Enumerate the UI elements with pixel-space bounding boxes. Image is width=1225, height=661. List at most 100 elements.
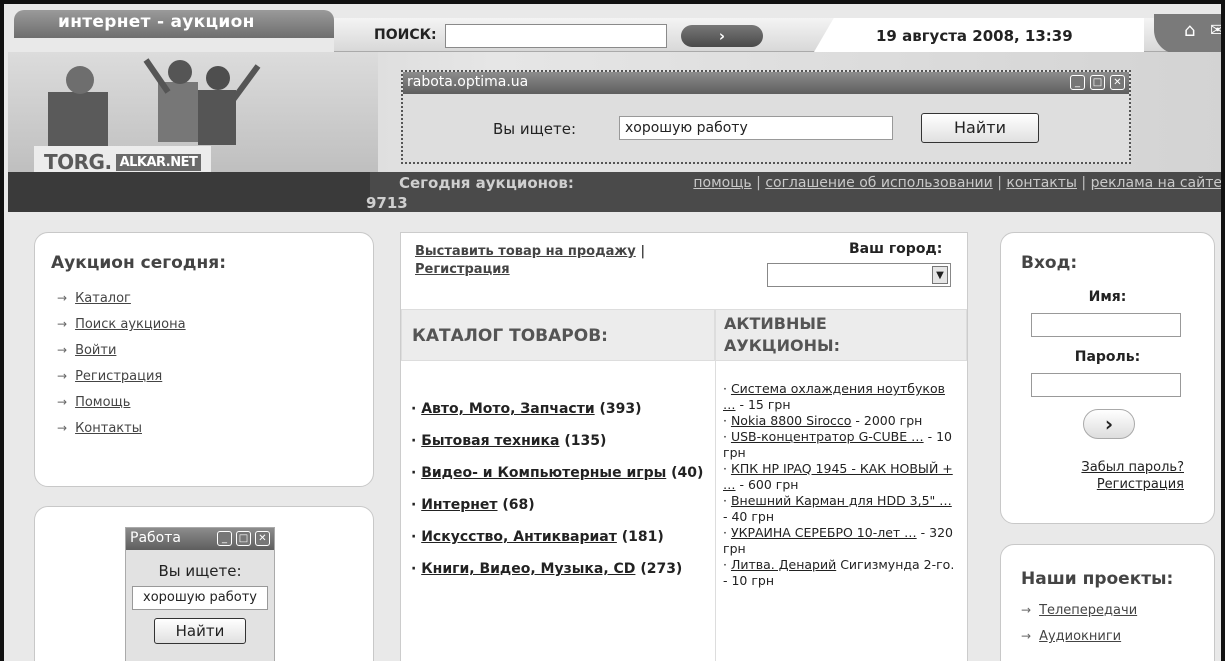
header-icons: ⌂ ✉ xyxy=(1154,14,1221,54)
password-input[interactable] xyxy=(1031,373,1181,397)
nav-item-catalog[interactable]: → Каталог xyxy=(57,291,186,306)
link-sep: | xyxy=(756,175,761,191)
minimize-icon[interactable]: _ xyxy=(217,531,232,546)
auction-name: УКРАИНА СЕРЕБРО 10-лет … xyxy=(730,525,917,540)
category-item[interactable]: · Видео- и Компьютерные игры (40) xyxy=(411,457,711,489)
site-tab-label: интернет - аукцион xyxy=(58,12,255,32)
chevron-down-icon[interactable]: ▼ xyxy=(932,266,948,284)
projects-panel: Наши проекты: → Телепередачи → Аудиокниги xyxy=(1000,544,1215,661)
register-link[interactable]: Регистрация xyxy=(1081,476,1184,493)
auction-name: USB-концентратор G-CUBE … xyxy=(730,429,924,444)
auction-item[interactable]: · КПК HP IPAQ 1945 - КАК НОВЫЙ + … - 600… xyxy=(723,461,957,493)
top-bar: ПОИСК: › 19 августа 2008, 13:39 ⌂ ✉ xyxy=(334,14,1221,54)
auction-item[interactable]: · Nokia 8800 Sirocco - 2000 грн xyxy=(723,413,957,429)
link-help[interactable]: помощь xyxy=(693,175,751,191)
category-item[interactable]: · Искусство, Антиквариат (181) xyxy=(411,521,711,553)
job-widget-panel: Работа _ □ ✕ Вы ищете: хорошую работу На… xyxy=(34,506,374,661)
widget-input[interactable]: хорошую работу xyxy=(132,586,268,610)
close-icon[interactable]: ✕ xyxy=(1110,75,1125,90)
arrow-right-icon: › xyxy=(1104,412,1114,436)
auction-price: - 2000 грн xyxy=(855,413,923,428)
auction-item[interactable]: · Внешний Карман для HDD 3,5" … - 40 грн xyxy=(723,493,957,525)
category-item[interactable]: · Бытовая техника (135) xyxy=(411,425,711,457)
search-go-button[interactable]: › xyxy=(681,25,763,47)
active-auction-list: · Система охлаждения ноутбуков … - 15 гр… xyxy=(723,381,957,589)
catalog-header: КАТАЛОГ ТОВАРОВ: xyxy=(401,309,715,361)
maximize-icon[interactable]: □ xyxy=(1090,75,1105,90)
auction-name: Литва. Денарий xyxy=(730,557,837,572)
today-label: Сегодня аукционов: xyxy=(399,174,574,192)
auction-item[interactable]: · USB-концентратор G-CUBE … - 10 грн xyxy=(723,429,957,461)
sell-item-link[interactable]: Выставить товар на продажу xyxy=(415,244,636,259)
link-contacts[interactable]: контакты xyxy=(1006,175,1077,191)
popup-find-button[interactable]: Найти xyxy=(921,113,1039,143)
forgot-password-link[interactable]: Забыл пароль? xyxy=(1081,459,1184,476)
stats-bar-left xyxy=(8,172,370,212)
auction-item[interactable]: · Система охлаждения ноутбуков … - 15 гр… xyxy=(723,381,957,413)
projects-list: → Телепередачи → Аудиокниги xyxy=(1021,603,1137,655)
popup-search-input[interactable]: хорошую работу xyxy=(619,116,893,140)
category-name: Книги, Видео, Музыка, CD xyxy=(421,561,636,577)
login-title: Вход: xyxy=(1021,253,1078,273)
arrow-icon: → xyxy=(57,343,68,357)
category-item[interactable]: · Интернет (68) xyxy=(411,489,711,521)
mail-icon[interactable]: ✉ xyxy=(1210,20,1221,41)
home-icon[interactable]: ⌂ xyxy=(1184,20,1195,41)
nav-item-contacts[interactable]: → Контакты xyxy=(57,421,186,436)
project-label: Аудиокниги xyxy=(1039,629,1122,644)
login-panel: Вход: Имя: Пароль: › Забыл пароль? Регис… xyxy=(1000,232,1215,524)
sell-register-links: Выставить товар на продажу | Регистрация xyxy=(415,243,685,279)
auction-name: Nokia 8800 Sirocco xyxy=(730,413,852,428)
category-item[interactable]: · Книги, Видео, Музыка, CD (273) xyxy=(411,553,711,585)
project-item-tv[interactable]: → Телепередачи xyxy=(1021,603,1137,618)
widget-title: Работа xyxy=(130,530,181,546)
maximize-icon[interactable]: □ xyxy=(236,531,251,546)
auction-item[interactable]: · УКРАИНА СЕРЕБРО 10-лет … - 320 грн xyxy=(723,525,957,557)
main-content: Выставить товар на продажу | Регистрация… xyxy=(400,232,968,661)
search-input[interactable] xyxy=(445,24,667,48)
nav-item-register[interactable]: → Регистрация xyxy=(57,369,186,384)
widget-find-button[interactable]: Найти xyxy=(154,618,246,644)
category-name: Авто, Мото, Запчасти xyxy=(421,401,595,417)
nav-item-search[interactable]: → Поиск аукциона xyxy=(57,317,186,332)
top-links: помощь | соглашение об использовании | к… xyxy=(644,174,1221,193)
category-name: Бытовая техника xyxy=(421,433,560,449)
widget-label: Вы ищете: xyxy=(158,562,242,580)
widget-titlebar[interactable]: Работа _ □ ✕ xyxy=(126,528,274,550)
city-label: Ваш город: xyxy=(849,241,943,257)
category-item[interactable]: · Авто, Мото, Запчасти (393) xyxy=(411,393,711,425)
category-count: (273) xyxy=(640,561,683,577)
link-advertising[interactable]: реклама на сайте xyxy=(1091,175,1221,191)
register-link[interactable]: Регистрация xyxy=(415,262,510,277)
city-select[interactable]: ▼ xyxy=(767,263,951,287)
column-divider xyxy=(715,361,716,661)
brand-sub: ALKAR.NET xyxy=(115,154,202,171)
arrow-icon: → xyxy=(57,369,68,383)
popup-title: rabota.optima.ua xyxy=(407,74,529,90)
arrow-icon: → xyxy=(57,291,68,305)
arrow-right-icon: › xyxy=(718,27,726,45)
projects-title: Наши проекты: xyxy=(1021,569,1174,589)
nav-item-help[interactable]: → Помощь xyxy=(57,395,186,410)
nav-item-login[interactable]: → Войти xyxy=(57,343,186,358)
popup-titlebar[interactable]: rabota.optima.ua _ □ ✕ xyxy=(403,72,1129,94)
category-name: Видео- и Компьютерные игры xyxy=(421,465,667,481)
search-label: ПОИСК: xyxy=(374,27,437,43)
nav-list: → Каталог → Поиск аукциона → Войти → Регистр… xyxy=(57,291,186,447)
auction-price: - 15 грн xyxy=(739,397,791,412)
active-header: АКТИВНЫЕ АУКЦИОНЫ: xyxy=(715,309,967,361)
catalog-title: КАТАЛОГ ТОВАРОВ: xyxy=(412,326,608,346)
nav-item-label: Контакты xyxy=(75,421,142,436)
category-count: (68) xyxy=(502,497,535,513)
username-input[interactable] xyxy=(1031,313,1181,337)
login-button[interactable]: › xyxy=(1083,409,1135,439)
nav-item-label: Регистрация xyxy=(75,369,163,384)
close-icon[interactable]: ✕ xyxy=(255,531,270,546)
nav-item-label: Войти xyxy=(75,343,117,358)
project-item-audiobooks[interactable]: → Аудиокниги xyxy=(1021,629,1137,644)
category-count: (40) xyxy=(671,465,704,481)
link-agreement[interactable]: соглашение об использовании xyxy=(765,175,992,191)
auction-item[interactable]: · Литва. Денарий Сигизмунда 2-го. - 10 г… xyxy=(723,557,957,589)
minimize-icon[interactable]: _ xyxy=(1070,75,1085,90)
nav-item-label: Помощь xyxy=(75,395,131,410)
